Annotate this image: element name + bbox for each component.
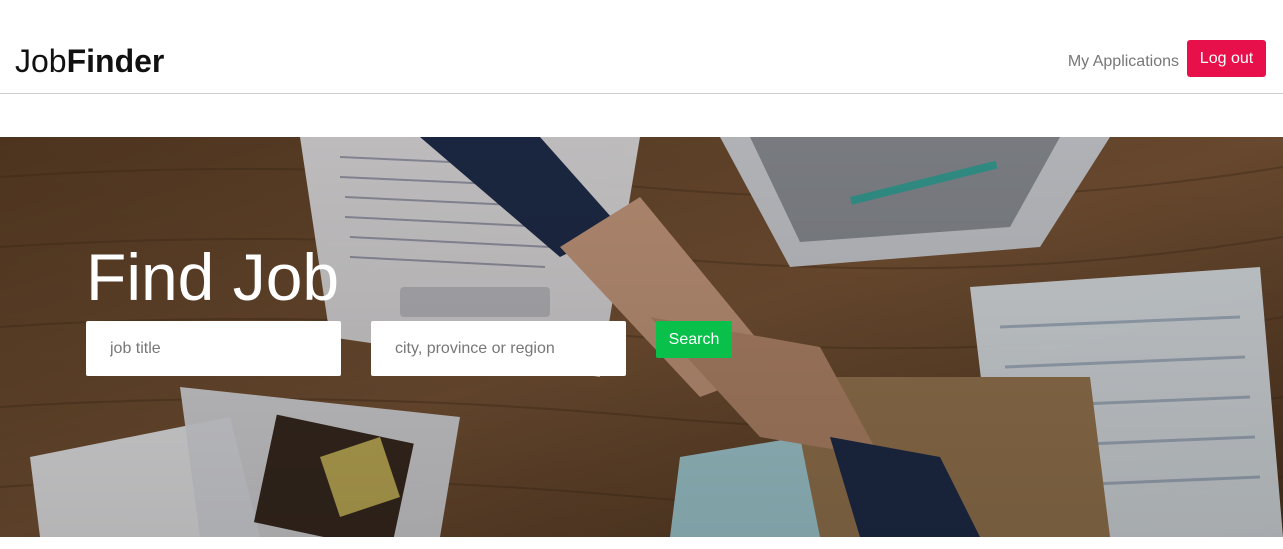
nav-my-applications-link[interactable]: My Applications [1068, 52, 1179, 72]
navbar: JobFinder My Applications Log out [0, 0, 1283, 94]
hero-banner: Find Job Search [0, 137, 1283, 537]
job-title-input[interactable] [86, 321, 341, 376]
brand-logo[interactable]: JobFinder [15, 42, 164, 80]
logout-button[interactable]: Log out [1187, 40, 1266, 77]
location-input[interactable] [371, 321, 626, 376]
search-button[interactable]: Search [656, 321, 732, 358]
brand-part-job: Job [15, 43, 67, 79]
hero-title: Find Job [86, 240, 340, 314]
brand-part-finder: Finder [66, 43, 165, 79]
